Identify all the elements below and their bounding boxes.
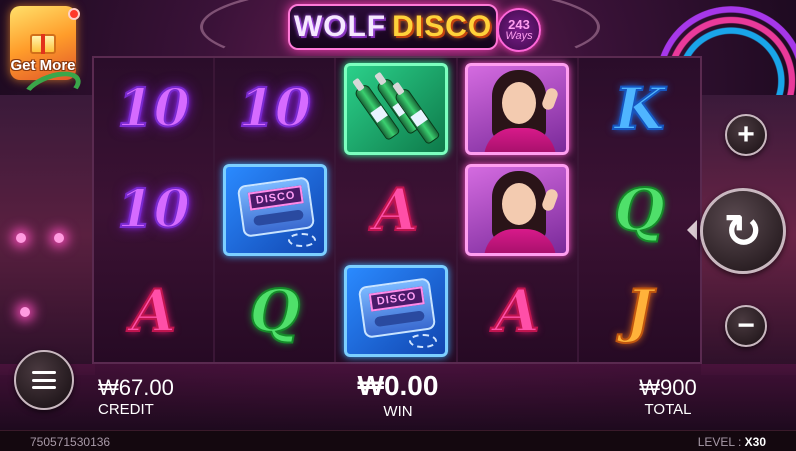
session-id: 750571530136 <box>30 435 111 449</box>
symbol-a: A <box>372 175 419 244</box>
spin-icon: ↻ <box>723 205 763 257</box>
ways-label: Ways <box>505 30 533 42</box>
reel-cell: J <box>579 261 700 362</box>
spin-button[interactable]: ↻ <box>700 188 786 274</box>
reel-column: 10 10 A <box>94 58 216 362</box>
win-display: ₩0.00 WIN <box>338 370 458 422</box>
symbol-q: Q <box>613 175 666 244</box>
total-value: ₩900 <box>639 375 697 400</box>
total-label: TOTAL <box>644 401 692 418</box>
ways-badge: 243 Ways <box>497 8 541 52</box>
reel-grid: 10 10 A 10 DISCO Q A DISCO A K Q J <box>92 56 702 364</box>
lamp-light <box>54 233 64 243</box>
reel-column: KQJ <box>578 58 700 362</box>
reel-column: 10 DISCO Q <box>215 58 337 362</box>
pager-icon: DISCO <box>344 265 448 358</box>
win-label: WIN <box>383 403 413 420</box>
hamburger-icon <box>32 371 56 389</box>
disco-lady-icon <box>465 62 570 155</box>
background-left-room <box>0 95 95 375</box>
reel-cell: 10 <box>94 159 213 260</box>
lamp-light <box>20 307 30 317</box>
increase-bet-button[interactable]: + <box>725 114 767 156</box>
level-value: X30 <box>744 435 766 449</box>
game-stage: Get More WOLF DISCO 243 Ways 10 10 A 10 DISC… <box>0 0 796 451</box>
total-bet-display: ₩900 TOTAL <box>630 376 706 420</box>
minus-icon: − <box>737 309 755 342</box>
reel-cell: DISCO <box>336 261 455 362</box>
symbol-ten: 10 <box>116 178 190 240</box>
symbol-a: A <box>130 277 177 346</box>
reel-cell: 10 <box>94 58 213 159</box>
symbol-j: J <box>625 277 654 346</box>
reel-cell <box>336 58 455 159</box>
pager-icon: DISCO <box>222 163 327 256</box>
get-more-button[interactable]: Get More <box>10 6 76 80</box>
reel-column: A <box>457 58 579 362</box>
logo-wolf-text: WOLF <box>293 10 387 43</box>
disco-lady-icon <box>465 163 570 256</box>
level-indicator: LEVEL : X30 <box>698 435 766 449</box>
level-label: LEVEL : <box>697 435 745 449</box>
reel-cell: A <box>458 261 577 362</box>
reel-cell: 10 <box>215 58 334 159</box>
footer-bar: 750571530136 LEVEL : X30 <box>0 430 796 451</box>
lamp-light <box>16 233 26 243</box>
credit-label: CREDIT <box>98 401 154 418</box>
logo-disco-text: DISCO <box>392 10 493 43</box>
spin-arrow-icon <box>687 220 697 240</box>
win-value: ₩0.00 <box>357 370 439 401</box>
symbol-ten: 10 <box>238 77 312 139</box>
plus-icon: + <box>737 118 755 151</box>
credit-value: ₩67.00 <box>98 375 174 400</box>
reel-cell: Q <box>215 261 334 362</box>
bottles-icon <box>344 62 448 155</box>
reel-cell: A <box>94 261 213 362</box>
symbol-a: A <box>494 277 541 346</box>
reel-cell: A <box>336 159 455 260</box>
game-logo: WOLF DISCO <box>288 4 498 50</box>
pager-screen-text: DISCO <box>247 185 304 211</box>
notification-dot <box>68 8 80 20</box>
credit-display: ₩67.00 CREDIT <box>98 376 174 420</box>
decrease-bet-button[interactable]: − <box>725 305 767 347</box>
reel-cell: K <box>579 58 700 159</box>
pager-screen-text: DISCO <box>368 286 425 312</box>
reel-cell: DISCO <box>215 159 334 260</box>
reel-column: A DISCO <box>336 58 458 362</box>
symbol-k: K <box>613 74 665 143</box>
symbol-ten: 10 <box>116 77 190 139</box>
reel-cell <box>458 58 577 159</box>
reel-cell: Q <box>579 159 700 260</box>
symbol-q: Q <box>249 277 302 346</box>
menu-button[interactable] <box>14 350 74 410</box>
reel-cell <box>458 159 577 260</box>
gift-icon <box>30 34 56 54</box>
